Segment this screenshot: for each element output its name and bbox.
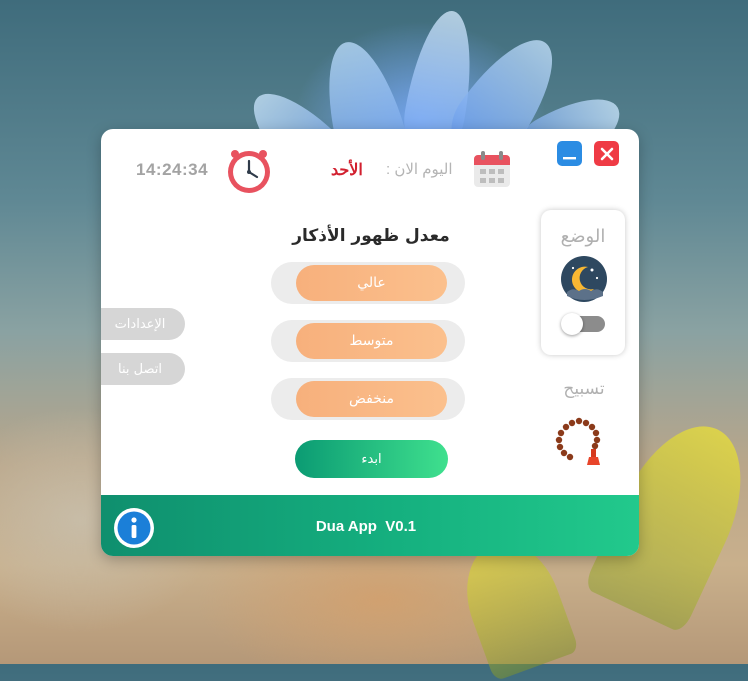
minimize-icon: [563, 157, 576, 160]
current-day: الأحد: [331, 162, 363, 179]
minimize-button[interactable]: [557, 141, 582, 166]
mode-card: الوضع: [541, 210, 625, 355]
option-track-low: منخفض: [271, 378, 465, 420]
option-track-medium: متوسط: [271, 320, 465, 362]
contact-tab[interactable]: اتصل بنا: [101, 353, 185, 385]
close-button[interactable]: [594, 141, 619, 166]
close-icon: [600, 147, 613, 160]
app-window: 14:24:34 الأحد اليوم الان : معدل ظهور ال…: [101, 129, 639, 556]
app-version: Dua App V0.1: [315, 518, 417, 535]
moon-night-icon: [561, 256, 607, 302]
option-low-button[interactable]: منخفض: [296, 381, 447, 417]
clock-icon: [228, 150, 270, 193]
frequency-heading: معدل ظهور الأذكار: [292, 226, 450, 246]
tasbih-label: تسبيح: [563, 379, 605, 399]
footer-bar: Dua App V0.1: [101, 495, 639, 556]
calendar-icon: [474, 151, 510, 187]
today-label: اليوم الان :: [386, 161, 453, 178]
current-time: 14:24:34: [136, 160, 209, 179]
mode-label: الوضع: [560, 226, 606, 247]
option-high-button[interactable]: عالي: [296, 265, 447, 301]
mode-toggle[interactable]: [561, 313, 605, 335]
toggle-knob: [561, 313, 583, 335]
info-icon[interactable]: [113, 507, 155, 549]
option-track-high: عالي: [271, 262, 465, 304]
settings-tab[interactable]: الإعدادات: [101, 308, 185, 340]
option-medium-button[interactable]: متوسط: [296, 323, 447, 359]
start-button[interactable]: ابدء: [295, 440, 448, 478]
prayer-beads-icon[interactable]: [551, 417, 607, 465]
